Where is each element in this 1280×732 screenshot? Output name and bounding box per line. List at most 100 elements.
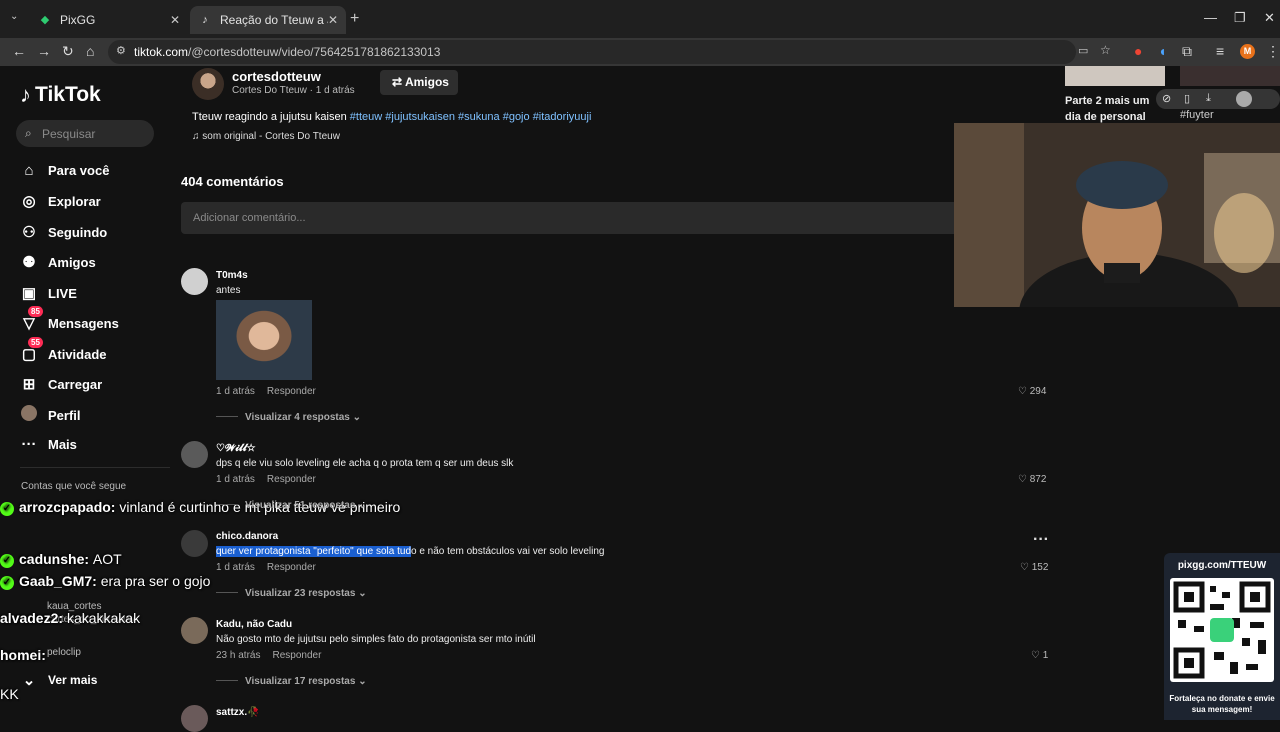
- search-input[interactable]: ⌕ Pesquisar: [16, 120, 154, 147]
- sidebar-divider: [20, 467, 170, 468]
- extension-icon[interactable]: ◖: [1158, 43, 1166, 59]
- comments-count: 404 comentários: [181, 174, 284, 189]
- comment-meta: 23 h atrás Responder: [216, 650, 322, 661]
- close-window-icon[interactable]: ✕: [1264, 10, 1275, 26]
- suggested-video-thumbnail[interactable]: [1065, 66, 1165, 86]
- verified-icon: ✓: [0, 502, 14, 516]
- comment-username[interactable]: Kadu, não Cadu: [216, 619, 292, 630]
- comment-meta: 1 d atrás Responder: [216, 474, 316, 485]
- pixgg-icon: ◆: [40, 14, 50, 26]
- comment-username[interactable]: chico.danora: [216, 531, 278, 542]
- tiktok-icon: ♪: [20, 82, 31, 107]
- close-icon[interactable]: ✕: [170, 13, 180, 27]
- address-bar[interactable]: ⚙ tiktok.com/@cortesdotteuw/video/756425…: [108, 40, 1111, 64]
- tab-search-icon[interactable]: ⌄: [10, 11, 18, 22]
- like-button[interactable]: ♡ 294: [1018, 386, 1046, 397]
- sidebar-item-perfil[interactable]: Perfil: [20, 405, 81, 425]
- browser-tab-bar: ⌄ ◆ PixGG ✕ ♪ Reação do Tteuw a Jujutsu …: [0, 0, 1280, 38]
- download-icon[interactable]: ⤓: [1206, 92, 1211, 105]
- sidebar-item-live[interactable]: ▣ LIVE: [20, 284, 77, 302]
- site-info-icon[interactable]: ⚙: [116, 44, 126, 57]
- sidebar-item-para-voce[interactable]: ⌂ Para você: [20, 162, 109, 179]
- view-replies-button[interactable]: Visualizar 23 respostas ⌄: [216, 588, 367, 599]
- avatar[interactable]: [181, 441, 208, 468]
- more-icon: ···: [21, 436, 37, 453]
- comment-gif-image: [216, 300, 312, 380]
- avatar[interactable]: [181, 530, 208, 557]
- avatar[interactable]: [181, 705, 208, 732]
- suggested-video-thumbnail[interactable]: [1180, 66, 1280, 86]
- device-icon[interactable]: ▯: [1184, 92, 1190, 105]
- comment-username[interactable]: sattzx.🥀: [216, 707, 260, 718]
- tiktok-logo[interactable]: ♪ TikTok: [20, 82, 101, 108]
- add-comment-input[interactable]: Adicionar comentário...: [181, 202, 961, 234]
- video-description: Tteuw reagindo a jujutsu kaisen #tteuw #…: [192, 111, 592, 123]
- sidebar-item-explorar[interactable]: ◎ Explorar: [20, 192, 100, 210]
- avatar[interactable]: [181, 617, 208, 644]
- home-icon[interactable]: ⌂: [86, 43, 94, 59]
- author-name[interactable]: cortesdotteuw: [232, 69, 321, 84]
- restore-icon[interactable]: ❐: [1234, 10, 1246, 26]
- hashtag-link[interactable]: #itadoriyuuji: [533, 111, 592, 123]
- webcam-overlay: [954, 123, 1280, 307]
- pixgg-url: pixgg.com/TTEUW: [1177, 560, 1267, 571]
- new-tab-icon[interactable]: +: [350, 10, 359, 28]
- tab-pixgg[interactable]: ◆ PixGG ✕: [30, 6, 188, 34]
- sidebar-item-seguindo[interactable]: ⚇ Seguindo: [20, 223, 107, 241]
- extension-icon[interactable]: ●: [1134, 43, 1142, 59]
- compass-icon: ◎: [22, 193, 36, 210]
- hashtag-link[interactable]: #tteuw: [350, 111, 382, 123]
- back-icon[interactable]: ←: [12, 43, 26, 59]
- hashtag-link[interactable]: #jujutsukaisen: [385, 111, 455, 123]
- media-icon[interactable]: ≡: [1216, 43, 1224, 59]
- comment-username[interactable]: T0m4s: [216, 270, 248, 281]
- avatar[interactable]: [1236, 91, 1252, 107]
- tab-tiktok[interactable]: ♪ Reação do Tteuw a Jujutsu Kaisen ✕: [190, 6, 346, 34]
- minimize-icon[interactable]: —: [1204, 10, 1217, 25]
- close-icon[interactable]: ✕: [328, 13, 338, 27]
- author-avatar[interactable]: [192, 68, 224, 100]
- reload-icon[interactable]: ↻: [62, 43, 74, 60]
- comment-username[interactable]: ♡𝓦𝓲𝓵𝓵☆: [216, 443, 256, 454]
- tab-title: PixGG: [60, 13, 96, 27]
- extensions-puzzle-icon[interactable]: ⧉: [1182, 43, 1192, 60]
- forward-icon[interactable]: →: [37, 43, 51, 59]
- see-more-button[interactable]: ⌄ Ver mais: [20, 671, 98, 689]
- profile-avatar[interactable]: M: [1240, 44, 1255, 59]
- reply-button[interactable]: Responder: [272, 650, 321, 661]
- sidebar-item-amigos[interactable]: ⚉ Amigos: [20, 253, 95, 271]
- reply-button[interactable]: Responder: [267, 562, 316, 573]
- chat-message: alvadez2: kakakkakak: [0, 610, 141, 626]
- menu-kebab-icon[interactable]: ⋮: [1266, 43, 1280, 60]
- like-button[interactable]: ♡ 872: [1018, 474, 1046, 485]
- reply-button[interactable]: Responder: [267, 386, 316, 397]
- avatar[interactable]: [181, 268, 208, 295]
- following-account[interactable]: peloclip: [47, 647, 81, 658]
- bookmark-star-icon[interactable]: ☆: [1100, 43, 1111, 57]
- more-options-icon[interactable]: ···: [1033, 531, 1049, 549]
- sidebar-item-atividade[interactable]: ▢ 55 Atividade: [20, 337, 107, 363]
- webcam-image: [954, 123, 1280, 307]
- hashtag-link[interactable]: #sukuna: [458, 111, 500, 123]
- sidebar-item-mensagens[interactable]: ▽ 85 Mensagens: [20, 306, 119, 332]
- hashtag-link[interactable]: #gojo: [503, 111, 530, 123]
- sidebar-item-carregar[interactable]: ⊞ Carregar: [20, 375, 103, 393]
- like-button[interactable]: ♡ 1: [1031, 650, 1048, 661]
- view-replies-button[interactable]: Visualizar 17 respostas ⌄: [216, 676, 367, 687]
- chat-message: ✓ cadunshe: AOT: [0, 551, 122, 568]
- friends-button[interactable]: ⇄ Amigos: [380, 70, 458, 95]
- suggested-video-title[interactable]: #fuyter: [1180, 109, 1214, 121]
- messages-icon: ▽ 85: [20, 306, 43, 332]
- comment-text: quer ver protagonista "perfeito" que sol…: [216, 546, 605, 557]
- link-icon[interactable]: ⊘: [1162, 92, 1171, 105]
- comment-text: Não gosto mto de jujutsu pelo simples fa…: [216, 634, 536, 645]
- view-replies-button[interactable]: Visualizar 51 respostas ⌄: [216, 500, 367, 511]
- reply-button[interactable]: Responder: [267, 474, 316, 485]
- view-replies-button[interactable]: Visualizar 4 respostas ⌄: [216, 412, 361, 423]
- chevron-down-icon: ⌄: [358, 588, 367, 599]
- cast-icon[interactable]: ▭: [1078, 44, 1088, 57]
- sound-link[interactable]: ♫ som original - Cortes Do Tteuw: [192, 131, 340, 142]
- comment-meta: 1 d atrás Responder: [216, 562, 316, 573]
- sidebar-item-mais[interactable]: ··· Mais: [20, 436, 77, 453]
- like-button[interactable]: ♡ 152: [1020, 562, 1048, 573]
